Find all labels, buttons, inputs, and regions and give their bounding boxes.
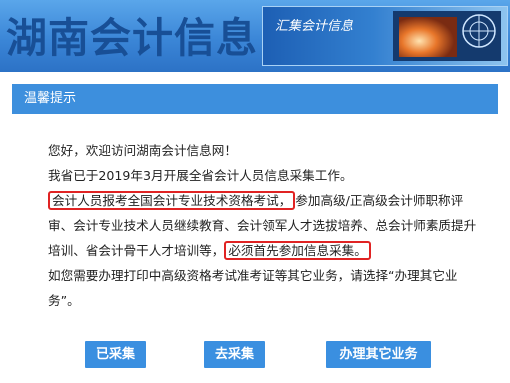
other-business-button[interactable]: 办理其它业务 [326, 341, 431, 368]
greeting-line: 您好，欢迎访问湖南会计信息网！ [48, 143, 237, 158]
banner-panel-label: 汇集会计信息 [275, 19, 354, 34]
site-title: 湖南会计信息 [6, 8, 258, 68]
site-banner: 湖南会计信息 汇集会计信息 [0, 0, 510, 72]
announcement-line: 我省已于2019年3月开展全省会计人员信息采集工作。 [48, 168, 353, 183]
other-business-paragraph: 如您需要办理打印中高级资格考试准考证等其它业务，请选择“办理其它业务”。 [48, 268, 458, 308]
notice-header-bar: 温馨提示 [12, 84, 498, 114]
highlight-must-collect: 必须首先参加信息采集。 [224, 241, 371, 260]
requirement-paragraph: 会计人员报考全国会计专业技术资格考试， 参加高级/正高级会计师职称评审、会计专业技… [28, 188, 482, 263]
already-collected-button[interactable]: 已采集 [85, 341, 146, 368]
banner-decoration-image [393, 11, 501, 61]
banner-panel: 汇集会计信息 [262, 6, 508, 66]
go-collect-button[interactable]: 去采集 [204, 341, 265, 368]
site-title-text: 湖南会计信息 [6, 14, 258, 62]
highlight-exam-requirement: 会计人员报考全国会计专业技术资格考试， [48, 191, 296, 210]
notice-content: 您好，欢迎访问湖南会计信息网！ 我省已于2019年3月开展全省会计人员信息采集工… [28, 138, 482, 313]
notice-title: 温馨提示 [24, 91, 77, 106]
